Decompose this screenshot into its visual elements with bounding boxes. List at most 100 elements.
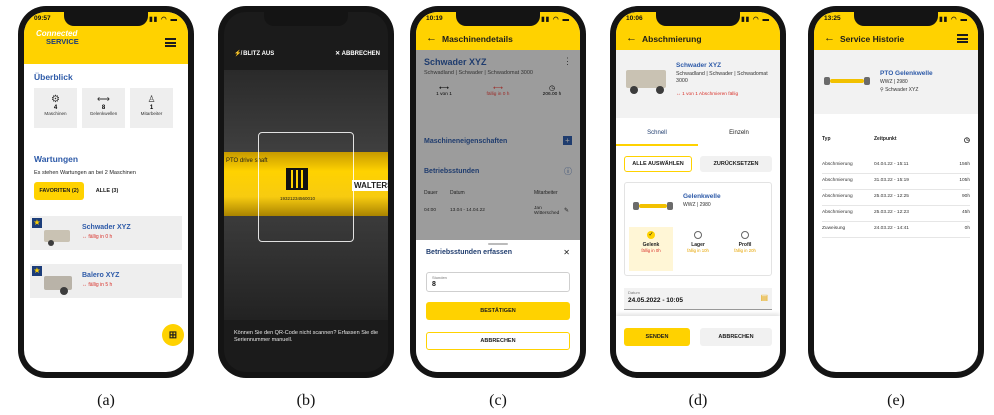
tab-all[interactable]: ALLE (3)	[88, 182, 126, 200]
status-bar: 10:06 ▮▮ ◠ ▬	[626, 15, 770, 27]
hours-title: Betriebsstunden	[424, 168, 480, 175]
shaft-end	[864, 77, 870, 85]
stat-card-shafts[interactable]: ⟷ 8 Gelenkwellen	[82, 88, 125, 128]
row-date: 13.04 - 14.04.22	[450, 208, 485, 213]
history-row[interactable]: Abschmierung 31.03.22 - 15:19 105h	[822, 174, 970, 190]
star-icon[interactable]: ★	[32, 218, 42, 228]
stats-row: ⟷ 1 von 1 ⟷ fällig in 0 h ◷ 206.00 h	[424, 84, 572, 97]
tab-single[interactable]: Einzeln	[698, 130, 780, 146]
machine-subtitle: Schwadland | Schwader | Schwadomat 3000	[676, 71, 768, 84]
machine-name: Balero XYZ	[82, 272, 120, 279]
point-due: fällig in 20h	[734, 248, 756, 253]
shaft-header: PTO Gelenkwelle WWZ | 2980 ⚲ Schwader XY…	[814, 50, 978, 114]
point-bearing[interactable]: Lager fällig in 10h	[676, 227, 720, 271]
flash-label: BLITZ AUS	[243, 51, 275, 57]
select-all-button[interactable]: ALLE AUSWÄHLEN	[624, 156, 692, 172]
stat-card-staff[interactable]: ♙ 1 Mitarbeiter	[130, 88, 173, 128]
row-time: 25.03.22 - 12:23	[874, 210, 909, 215]
tab-fast[interactable]: Schnell	[616, 130, 698, 146]
history-row[interactable]: Abschmierung 25.03.22 - 12:25 90h	[822, 190, 970, 206]
history-header: Typ Zeitpunkt ◷	[822, 136, 970, 146]
page-title: Abschmierung	[642, 34, 702, 44]
machine-name: Schwader XYZ	[676, 62, 722, 69]
cancel-scan-button[interactable]: ✕ ABBRECHEN	[335, 50, 380, 57]
star-icon[interactable]: ★	[32, 266, 42, 276]
machine-card[interactable]: ★ Balero XYZ ↔ fällig in 5 h	[30, 264, 182, 298]
person-icon: ♙	[147, 94, 156, 104]
shaft-tube	[830, 79, 864, 83]
date-field[interactable]: Datum 24.05.2022 - 10:05 ▤	[624, 288, 772, 310]
status-time: 09:57	[34, 15, 51, 22]
stat-shafts: ⟷ 1 von 1	[424, 84, 464, 97]
edit-icon[interactable]: ✎	[564, 207, 569, 214]
abort-button[interactable]: ABBRECHEN	[700, 328, 772, 346]
more-icon[interactable]: ⋮	[563, 56, 572, 67]
back-arrow-icon[interactable]: ←	[824, 32, 835, 44]
shaft-machine-row: ⚲ Schwader XYZ	[880, 87, 918, 93]
calendar-icon[interactable]: ▤	[760, 293, 768, 302]
shaft-name: PTO Gelenkwelle	[880, 70, 933, 77]
page-title: Service Historie	[840, 34, 905, 44]
radio-icon[interactable]	[741, 231, 749, 239]
shaft-icon: ⟷	[97, 94, 110, 104]
col-time: Zeitpunkt	[874, 136, 897, 142]
menu-icon[interactable]	[957, 34, 968, 43]
signal-icon: ▮▮ ◠ ▬	[939, 16, 968, 23]
back-arrow-icon[interactable]: ←	[626, 32, 637, 44]
row-duration: 04:00	[424, 208, 437, 213]
history-row[interactable]: Zuweisung 24.03.22 - 14:41 0h	[822, 222, 970, 238]
phone-a: 09:57 ▮▮ ◠ ▬ Connected SERVICE Überblick…	[18, 6, 194, 378]
close-icon[interactable]: ✕	[563, 248, 570, 257]
add-document-icon: ⊞	[168, 329, 178, 341]
phone-e: 13:25 ▮▮ ◠ ▬ ← Service Historie PTO Gele…	[808, 6, 984, 378]
point-profile[interactable]: Profil fällig in 20h	[723, 227, 767, 271]
machine-image	[44, 276, 72, 290]
status-time: 13:25	[824, 15, 841, 22]
history-row[interactable]: Abschmierung 04.04.22 - 15:11 156h	[822, 158, 970, 174]
machine-header: Schwader XYZ Schwadland | Schwader | Sch…	[616, 50, 780, 118]
machine-due: ↔ fällig in 5 h	[82, 282, 113, 288]
back-arrow-icon[interactable]: ←	[426, 32, 437, 44]
screen-c: 10:19 ▮▮ ◠ ▬ ← Maschinendetails Schwader…	[416, 12, 580, 372]
maintenance-text: Es stehen Wartungen an bei 2 Maschinen	[34, 170, 136, 176]
point-joint[interactable]: ✓ Gelenk fällig in 0h	[629, 227, 673, 271]
hours-input[interactable]: Stunden 8	[426, 272, 570, 292]
confirm-button[interactable]: BESTÄTIGEN	[426, 302, 570, 320]
shaft-id: WWZ | 2980	[880, 79, 908, 85]
tab-favorites[interactable]: FAVORITEN (2)	[34, 182, 84, 200]
history-list: Abschmierung 04.04.22 - 15:11 156h Absch…	[822, 158, 970, 238]
shaft-image	[633, 201, 673, 211]
add-fab[interactable]: ⊞	[162, 324, 184, 346]
row-hours: 90h	[961, 194, 970, 199]
date-value: 24.05.2022 - 10:05	[628, 297, 683, 304]
send-button[interactable]: SENDEN	[624, 328, 690, 346]
info-icon[interactable]: ⓘ	[564, 166, 572, 177]
shaft-card[interactable]: Gelenkwelle WWZ | 2980 ✓ Gelenk fällig i…	[624, 182, 772, 276]
stat-label: Mitarbeiter	[140, 111, 163, 116]
history-row[interactable]: Abschmierung 25.03.22 - 12:23 45h	[822, 206, 970, 222]
caption-d: (d)	[688, 392, 708, 409]
clock-icon: ◷	[548, 85, 556, 92]
flash-toggle[interactable]: ⚡̸ BLITZ AUS	[234, 50, 274, 57]
col-type: Typ	[822, 136, 831, 142]
wheel	[630, 86, 638, 94]
abort-button[interactable]: ABBRECHEN	[426, 332, 570, 350]
screen-b: ⚡̸ BLITZ AUS ✕ ABBRECHEN PTO drive shaft…	[224, 12, 388, 372]
stat-card-machines[interactable]: ⚙ 4 Maschinen	[34, 88, 77, 128]
reset-button[interactable]: ZURÜCKSETZEN	[700, 156, 772, 172]
gear-icon: ⚙	[51, 94, 60, 105]
machine-card[interactable]: ★ Schwader XYZ ↔ fällig in 0 h	[30, 216, 182, 250]
radio-icon[interactable]	[694, 231, 702, 239]
maintenance-title: Wartungen	[34, 154, 79, 164]
properties-title[interactable]: Maschineneigenschaften	[424, 138, 507, 145]
machine-name: Schwader XYZ	[82, 224, 131, 231]
col-date: Datum	[450, 190, 465, 196]
add-icon[interactable]: +	[563, 136, 572, 145]
stat-due: ⟷ fällig in 0 h	[476, 84, 520, 97]
menu-icon[interactable]	[165, 38, 176, 47]
manual-entry-hint[interactable]: Können Sie den QR-Code nicht scannen? Er…	[234, 330, 380, 344]
row-time: 25.03.22 - 12:25	[874, 194, 909, 199]
status-bar: 09:57 ▮▮ ◠ ▬	[34, 15, 178, 27]
check-circle-icon[interactable]: ✓	[647, 231, 655, 239]
stats-row: ⚙ 4 Maschinen ⟷ 8 Gelenkwellen ♙ 1 Mitar…	[34, 88, 173, 128]
